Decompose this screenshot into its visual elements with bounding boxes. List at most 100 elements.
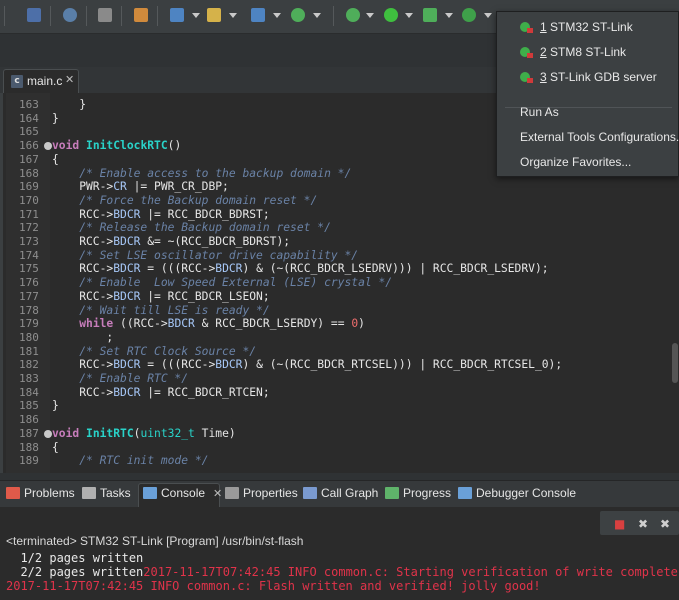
fold-toggle-icon[interactable]: [44, 429, 52, 438]
code-line: }: [52, 399, 59, 412]
code-line: RCC->BDCR |= RCC_BDCR_BDRST;: [52, 207, 269, 221]
tab-label: Tasks: [100, 486, 131, 500]
debug-launch-icon[interactable]: [462, 8, 476, 22]
toolbar-separator: [4, 6, 5, 26]
code-token: PWR->: [52, 180, 114, 194]
chevron-down-icon[interactable]: [313, 13, 321, 18]
code-token: ((RCC->: [113, 317, 168, 331]
tasks-icon: [82, 487, 96, 499]
console-toolbar: ■ ✖ ✖: [600, 511, 679, 535]
properties-icon: [225, 487, 239, 499]
code-token: /* Enable RTC */: [79, 372, 189, 385]
chevron-down-icon[interactable]: [484, 13, 492, 18]
line-number: 174: [19, 248, 39, 262]
menu-item-organize-favorites[interactable]: Organize Favorites...: [497, 151, 679, 173]
external-tools-icon[interactable]: [423, 8, 437, 22]
chevron-down-icon[interactable]: [273, 13, 281, 18]
build-icon[interactable]: [98, 8, 112, 22]
code-line: /* Set RTC Clock Source */: [52, 345, 256, 358]
code-token: |= RCC_BDCR_LSEON;: [140, 289, 270, 303]
new-c-file-icon[interactable]: [251, 8, 265, 22]
code-token: uint32_t: [140, 426, 195, 440]
tab-problems[interactable]: Problems: [6, 486, 75, 504]
console-view[interactable]: ■ ✖ ✖ <terminated> STM32 ST-Link [Progra…: [0, 507, 679, 600]
chevron-down-icon[interactable]: [366, 13, 374, 18]
code-token: RCC->: [52, 207, 114, 221]
code-token: BDCR: [113, 289, 141, 303]
remove-all-launches-icon[interactable]: ✖: [660, 517, 670, 531]
code-token: BDCR: [113, 262, 141, 276]
tab-progress[interactable]: Progress: [385, 486, 451, 504]
chevron-down-icon[interactable]: [192, 13, 200, 18]
code-token: RCC->: [52, 385, 114, 399]
refresh-icon[interactable]: [291, 8, 305, 22]
code-token: /* Release the Backup domain reset */: [79, 221, 331, 235]
code-line: /* Force the Backup domain reset */: [52, 194, 317, 207]
line-number: 176: [19, 276, 39, 290]
menu-item-run-as[interactable]: Run As: [497, 101, 679, 123]
problems-icon: [6, 487, 20, 499]
remove-launch-icon[interactable]: ✖: [638, 517, 648, 531]
open-type-icon[interactable]: [207, 8, 221, 22]
new-class-icon[interactable]: [170, 8, 184, 22]
tab-label: Console: [161, 486, 206, 500]
line-number: 188: [19, 440, 39, 454]
debugger-console-icon: [458, 487, 472, 499]
menu-item-stm8-st-link[interactable]: 2 STM8 ST-Link: [497, 41, 679, 63]
line-number: 184: [19, 385, 39, 399]
line-number: 173: [19, 235, 39, 248]
tab-call-graph[interactable]: Call Graph: [303, 486, 378, 504]
code-line: RCC->BDCR |= RCC_BDCR_RTCEN;: [52, 385, 269, 399]
code-token: }: [52, 111, 59, 125]
tab-main-c[interactable]: c main.c ✕: [3, 69, 79, 93]
code-token: BDCR: [113, 207, 141, 221]
tab-tasks[interactable]: Tasks: [82, 486, 131, 504]
menu-item-st-link-gdb-server[interactable]: 3 ST-Link GDB server: [497, 66, 679, 88]
debug-icon[interactable]: [346, 8, 360, 22]
debug-launch-icon: [519, 70, 533, 84]
code-line: void InitRTC(uint32_t Time): [52, 427, 236, 440]
debug-config-icon[interactable]: [134, 8, 148, 22]
code-line: RCC->BDCR &= ~(RCC_BDCR_BDRST);: [52, 235, 290, 248]
fold-toggle-icon[interactable]: [44, 142, 52, 151]
console-line: 2/2 pages written2017-11-17T07:42:45 INF…: [6, 565, 677, 579]
console-line: 1/2 pages written: [6, 551, 143, 565]
code-line: while ((RCC->BDCR & RCC_BDCR_LSERDY) == …: [52, 317, 365, 330]
close-icon[interactable]: ✕: [213, 488, 222, 500]
code-line: }: [52, 98, 86, 111]
code-line: /* RTC init mode */: [52, 454, 208, 467]
chevron-down-icon[interactable]: [405, 13, 413, 18]
new-icon[interactable]: [27, 8, 41, 22]
code-token: BDCR: [215, 262, 243, 276]
line-number: 178: [19, 303, 39, 317]
search-icon[interactable]: [63, 8, 77, 22]
tab-debugger-console[interactable]: Debugger Console: [458, 486, 576, 504]
menu-item-stm32-st-link[interactable]: 1 STM32 ST-Link: [497, 16, 679, 38]
chevron-down-icon[interactable]: [445, 13, 453, 18]
code-line: /* Enable RTC */: [52, 372, 188, 385]
close-icon[interactable]: ✕: [65, 73, 74, 86]
code-token: ) & (~(RCC_BDCR_LSEDRV))) | RCC_BDCR_LSE…: [242, 262, 549, 276]
code-token: /* Wait till LSE is ready */: [79, 303, 270, 317]
menu-item-external-tools-configurations[interactable]: External Tools Configurations...: [497, 126, 679, 148]
code-token: void: [52, 426, 80, 440]
code-line: RCC->BDCR = (((RCC->BDCR) & (~(RCC_BDCR_…: [52, 262, 549, 276]
chevron-down-icon[interactable]: [229, 13, 237, 18]
code-line: /* Enable access to the backup domain */: [52, 167, 351, 180]
run-icon[interactable]: [384, 8, 398, 22]
code-token: void: [52, 139, 80, 153]
terminate-icon[interactable]: ■: [614, 517, 625, 531]
scrollbar-thumb[interactable]: [672, 343, 678, 383]
tab-properties[interactable]: Properties: [225, 486, 298, 504]
tab-console[interactable]: Console ✕: [143, 486, 222, 504]
code-line: RCC->BDCR = (((RCC->BDCR) & (~(RCC_BDCR_…: [52, 358, 562, 371]
line-number: 177: [19, 289, 39, 303]
